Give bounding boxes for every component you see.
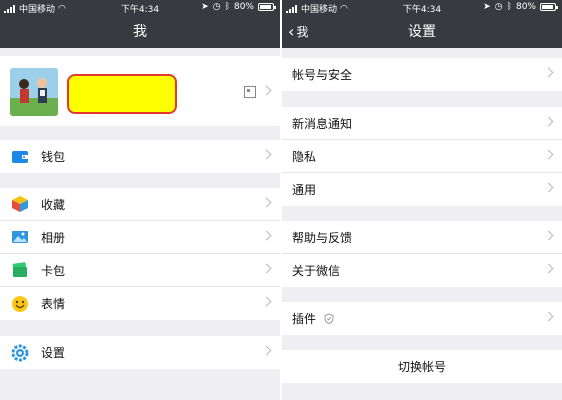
menu-item-about[interactable]: 关于微信 — [282, 254, 562, 287]
settings-screen: 中国移动 ◠ 下午4:34 ➤ ◷ ᛒ 80% 设置 ‹ 我 帐号与安全 新消息… — [282, 0, 562, 400]
menu-item-label: 关于微信 — [292, 264, 341, 278]
chevron-right-icon — [261, 85, 272, 96]
menu-item-account-security[interactable]: 帐号与安全 — [282, 58, 562, 91]
chevron-right-icon — [543, 263, 554, 274]
bluetooth-icon: ᛒ — [506, 2, 512, 12]
wallet-icon — [11, 148, 29, 166]
location-icon: ➤ — [483, 2, 491, 12]
menu-item-label: 隐私 — [292, 149, 317, 164]
menu-item-wallet[interactable]: 钱包 — [0, 140, 280, 173]
menu-item-label: 通用 — [292, 183, 317, 197]
profile-card[interactable] — [0, 56, 280, 126]
menu-item-label: 设置 — [41, 346, 66, 360]
chevron-right-icon — [261, 345, 272, 356]
page-title: 设置 — [408, 24, 436, 40]
menu-item-label: 表情 — [41, 297, 66, 311]
menu-item-label: 钱包 — [41, 150, 66, 164]
chevron-right-icon — [261, 230, 272, 241]
alarm-icon: ◷ — [212, 2, 221, 12]
favorites-icon — [11, 195, 29, 213]
menu-item-notifications[interactable]: 新消息通知 — [282, 107, 562, 140]
menu-item-help-feedback[interactable]: 帮助与反馈 — [282, 221, 562, 254]
status-bar: 中国移动 ◠ 下午4:34 ➤ ◷ ᛒ 80% — [0, 0, 280, 16]
status-bar: 中国移动 ◠ 下午4:34 ➤ ◷ ᛒ 80% — [282, 0, 562, 16]
nav-bar: 中国移动 ◠ 下午4:34 ➤ ◷ ᛒ 80% 设置 ‹ 我 — [282, 0, 562, 48]
chevron-right-icon — [543, 149, 554, 160]
chevron-right-icon — [543, 311, 554, 322]
switch-account-button[interactable]: 切换帐号 — [282, 350, 562, 383]
me-screen: 中国移动 ◠ 下午4:34 ➤ ◷ ᛒ 80% 我 钱包 收藏 相册 卡包 表情… — [0, 0, 280, 400]
switch-account-group: 切换帐号 — [282, 350, 562, 383]
chevron-right-icon — [543, 182, 554, 193]
battery-icon — [258, 3, 276, 11]
menu-item-privacy[interactable]: 隐私 — [282, 140, 562, 173]
chevron-right-icon — [261, 149, 272, 160]
chevron-right-icon — [261, 263, 272, 274]
chevron-right-icon — [543, 116, 554, 127]
chevron-right-icon — [261, 296, 272, 307]
menu-item-label: 插件 — [292, 312, 317, 326]
menu-item-label: 卡包 — [41, 263, 66, 278]
album-icon — [11, 228, 29, 246]
chevron-right-icon — [543, 230, 554, 241]
card-wallet-icon — [11, 261, 29, 279]
chevron-right-icon — [543, 67, 554, 78]
back-button[interactable]: ‹ 我 — [288, 18, 308, 46]
menu-item-settings[interactable]: 设置 — [0, 336, 280, 369]
battery-percent: 80% — [515, 2, 536, 12]
account-group: 帐号与安全 — [282, 58, 562, 91]
settings-group: 设置 — [0, 336, 280, 369]
menu-item-card-wallet[interactable]: 卡包 — [0, 254, 280, 287]
preferences-group: 新消息通知 隐私 通用 — [282, 107, 562, 206]
shield-icon — [324, 309, 334, 328]
content-group: 收藏 相册 卡包 表情 — [0, 188, 280, 320]
menu-item-label: 帐号与安全 — [292, 68, 353, 82]
nav-bar: 中国移动 ◠ 下午4:34 ➤ ◷ ᛒ 80% 我 — [0, 0, 280, 48]
bluetooth-icon: ᛒ — [224, 2, 230, 12]
redacted-name — [67, 74, 177, 114]
menu-item-label: 新消息通知 — [292, 116, 353, 131]
battery-percent: 80% — [233, 2, 254, 12]
location-icon: ➤ — [201, 2, 209, 12]
menu-item-album[interactable]: 相册 — [0, 221, 280, 254]
help-group: 帮助与反馈 关于微信 — [282, 221, 562, 287]
menu-item-plugins[interactable]: 插件 — [282, 302, 562, 335]
plugins-group: 插件 — [282, 302, 562, 335]
battery-icon — [540, 3, 558, 11]
menu-item-label: 相册 — [41, 230, 66, 245]
chevron-left-icon: ‹ — [288, 22, 295, 41]
emoji-icon — [11, 295, 29, 313]
menu-item-general[interactable]: 通用 — [282, 173, 562, 206]
menu-item-emoji[interactable]: 表情 — [0, 287, 280, 320]
menu-item-label: 帮助与反馈 — [292, 230, 353, 245]
alarm-icon: ◷ — [494, 2, 503, 12]
qr-code-icon[interactable] — [244, 86, 256, 98]
page-title: 我 — [133, 24, 147, 40]
switch-account-label: 切换帐号 — [397, 360, 446, 374]
avatar[interactable] — [10, 68, 58, 116]
chevron-right-icon — [261, 197, 272, 208]
back-label: 我 — [296, 25, 309, 39]
wallet-group: 钱包 — [0, 140, 280, 173]
menu-item-label: 收藏 — [41, 197, 66, 212]
settings-icon — [11, 344, 29, 362]
menu-item-favorites[interactable]: 收藏 — [0, 188, 280, 221]
